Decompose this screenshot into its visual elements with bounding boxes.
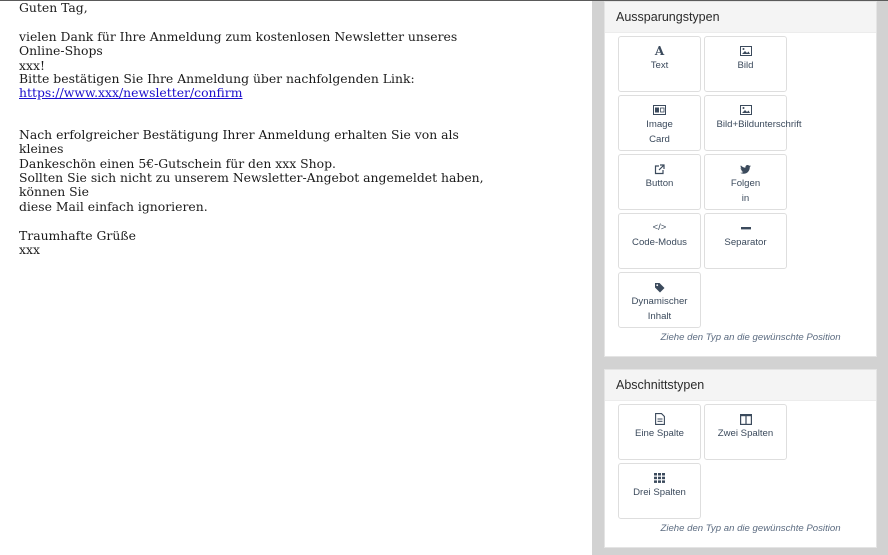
tile-dynamic-content[interactable]: Dynamischer Inhalt — [618, 272, 701, 328]
tile-label: Eine Spalte — [634, 428, 685, 439]
tag-icon — [619, 280, 700, 294]
email-greeting: Guten Tag, — [19, 0, 88, 15]
tile-two-columns[interactable]: Zwei Spalten — [704, 404, 787, 460]
tile-label: Bild+Bildunterschrift — [716, 119, 802, 130]
tile-image[interactable]: Bild — [704, 36, 787, 92]
section-types-panel: Abschnittstypen Eine Spalte Zwei Spalten… — [604, 369, 877, 548]
drag-hint: Ziehe den Typ an die gewünschte Position — [660, 332, 841, 343]
tile-text[interactable]: A Text — [618, 36, 701, 92]
email-paragraph-confirm: Bitte bestätigen Sie Ihre Anmeldung über… — [19, 71, 489, 101]
file-icon — [619, 412, 700, 426]
tile-label: Code-Modus — [632, 237, 687, 248]
tile-label: Text — [650, 60, 669, 71]
email-confirm-text: Bitte bestätigen Sie Ihre Anmeldung über… — [19, 71, 415, 86]
email-signature: xxx — [19, 242, 40, 258]
image-caption-icon — [705, 103, 786, 117]
drag-hint: Ziehe den Typ an die gewünschte Position — [660, 523, 841, 534]
tile-label: Bild — [737, 60, 754, 71]
code-icon: </> — [652, 222, 667, 233]
tile-label: Dynamischer Inhalt — [631, 296, 688, 322]
tile-separator[interactable]: Separator — [704, 213, 787, 269]
tile-label: Drei Spalten — [633, 487, 686, 498]
tile-three-columns[interactable]: Drei Spalten — [618, 463, 701, 519]
placeholder-types-panel: Aussparungstypen A Text Bild Image Card … — [604, 1, 877, 357]
text-icon: A — [654, 44, 665, 58]
email-paragraph-thanks: vielen Dank für Ihre Anmeldung zum koste… — [19, 29, 458, 73]
email-closing-text: Traumhafte Grüße — [19, 228, 136, 243]
tile-code[interactable]: </> Code-Modus — [618, 213, 701, 269]
tile-follow[interactable]: Folgen in ... — [704, 154, 787, 210]
tile-one-column[interactable]: Eine Spalte — [618, 404, 701, 460]
email-closing: Traumhafte Grüße xxx — [19, 228, 489, 258]
id-card-icon — [619, 103, 700, 117]
image-icon — [705, 44, 786, 58]
panel-title: Aussparungstypen — [605, 2, 876, 33]
tile-image-card[interactable]: Image Card — [618, 95, 701, 151]
tile-label: Zwei Spalten — [717, 428, 774, 439]
email-paragraph-voucher: Nach erfolgreicher Bestätigung Ihrer Anm… — [19, 127, 459, 171]
tile-label: Separator — [724, 237, 767, 248]
grid-icon — [619, 471, 700, 485]
columns-icon — [705, 412, 786, 426]
minus-icon — [705, 221, 786, 235]
twitter-icon — [705, 162, 786, 176]
panel-title: Abschnittstypen — [605, 370, 876, 401]
external-link-icon — [619, 162, 700, 176]
confirm-link[interactable]: https://www.xxx/newsletter/confirm — [19, 85, 242, 100]
tile-label: Folgen in ... — [730, 178, 761, 209]
tile-label: Button — [645, 178, 674, 189]
email-paragraph-ignore: Sollten Sie sich nicht zu unserem Newsle… — [19, 170, 484, 214]
tile-button[interactable]: Button — [618, 154, 701, 210]
tile-image-caption[interactable]: Bild+Bildunterschrift — [704, 95, 802, 151]
email-preview: Guten Tag, vielen Dank für Ihre Anmeldun… — [0, 0, 592, 555]
tile-label: Image Card — [646, 119, 673, 145]
editor-sidebar: Aussparungstypen A Text Bild Image Card … — [592, 1, 888, 555]
